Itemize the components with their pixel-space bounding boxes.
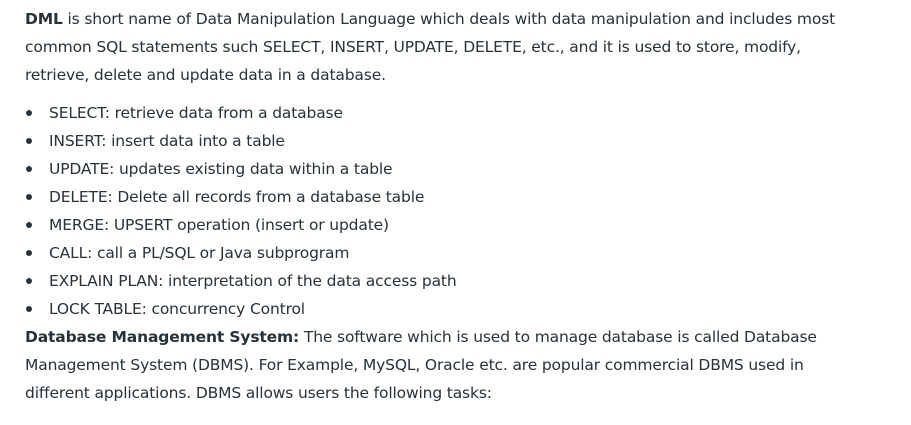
dml-term: DML bbox=[25, 10, 63, 28]
list-item: MERGE: UPSERT operation (insert or updat… bbox=[25, 211, 855, 239]
dbms-term: Database Management System: bbox=[25, 328, 300, 346]
dml-description: is short name of Data Manipulation Langu… bbox=[25, 10, 836, 84]
dbms-paragraph: Database Management System: The software… bbox=[25, 323, 855, 407]
list-item: EXPLAIN PLAN: interpretation of the data… bbox=[25, 267, 855, 295]
list-item: LOCK TABLE: concurrency Control bbox=[25, 295, 855, 323]
list-item: DELETE: Delete all records from a databa… bbox=[25, 183, 855, 211]
list-item: INSERT: insert data into a table bbox=[25, 127, 855, 155]
dml-paragraph: DML is short name of Data Manipulation L… bbox=[25, 5, 855, 89]
dml-commands-list: SELECT: retrieve data from a database IN… bbox=[25, 99, 855, 323]
list-item: SELECT: retrieve data from a database bbox=[25, 99, 855, 127]
list-item: UPDATE: updates existing data within a t… bbox=[25, 155, 855, 183]
list-item: CALL: call a PL/SQL or Java subprogram bbox=[25, 239, 855, 267]
article-content: DML is short name of Data Manipulation L… bbox=[25, 5, 855, 407]
